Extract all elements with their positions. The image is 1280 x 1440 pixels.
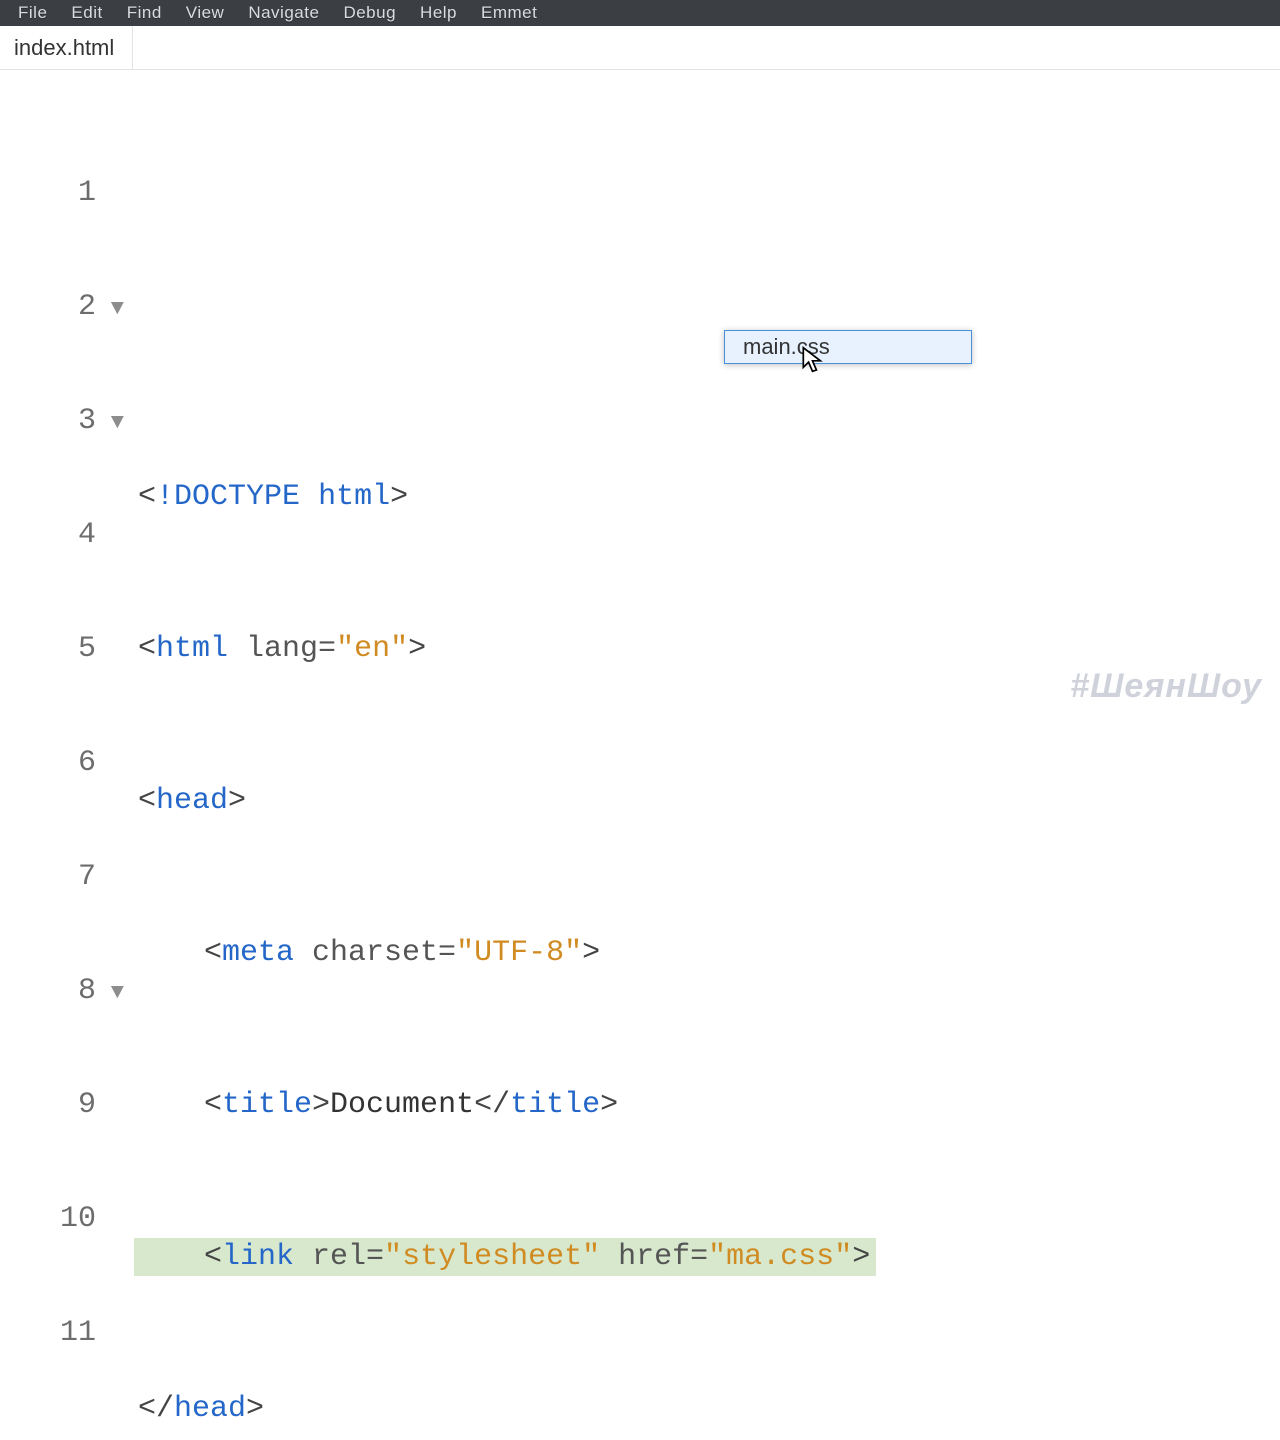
menu-view[interactable]: View bbox=[174, 0, 237, 26]
code-line[interactable]: <meta charset="UTF-8"> bbox=[138, 934, 1280, 972]
watermark: #ШеянШоу bbox=[1070, 667, 1262, 706]
code-line[interactable]: </head> bbox=[138, 1390, 1280, 1428]
line-number: 5 bbox=[0, 630, 130, 668]
line-number: 6 bbox=[0, 744, 130, 782]
menu-edit[interactable]: Edit bbox=[59, 0, 114, 26]
line-number: 7 bbox=[0, 858, 130, 896]
menu-debug[interactable]: Debug bbox=[331, 0, 408, 26]
line-number: 2▼ bbox=[0, 288, 130, 326]
code-line[interactable]: <!DOCTYPE html> bbox=[138, 478, 1280, 516]
line-number: 1 bbox=[0, 174, 130, 212]
tab-file[interactable]: index.html bbox=[0, 26, 133, 69]
menu-file[interactable]: File bbox=[6, 0, 59, 26]
menu-find[interactable]: Find bbox=[115, 0, 174, 26]
fold-icon[interactable]: ▼ bbox=[111, 412, 124, 434]
code-area[interactable]: <!DOCTYPE html> <html lang="en"> <head> … bbox=[138, 364, 1280, 1440]
autocomplete-option[interactable]: main.css bbox=[743, 334, 830, 360]
menu-emmet[interactable]: Emmet bbox=[469, 0, 549, 26]
line-number: 11 bbox=[0, 1314, 130, 1352]
code-line[interactable]: <head> bbox=[138, 782, 1280, 820]
code-line[interactable]: <html lang="en"> bbox=[138, 630, 1280, 668]
menu-navigate[interactable]: Navigate bbox=[236, 0, 331, 26]
line-number: 4 bbox=[0, 516, 130, 554]
fold-icon[interactable]: ▼ bbox=[111, 298, 124, 320]
fold-icon[interactable]: ▼ bbox=[111, 982, 124, 1004]
tab-bar: index.html bbox=[0, 26, 1280, 70]
autocomplete-popup[interactable]: main.css bbox=[724, 330, 972, 364]
line-number: 10 bbox=[0, 1200, 130, 1238]
menu-help[interactable]: Help bbox=[408, 0, 469, 26]
line-number: 8▼ bbox=[0, 972, 130, 1010]
code-line-active[interactable]: <link rel="stylesheet" href="ma.css"> bbox=[134, 1238, 876, 1276]
line-number: 3▼ bbox=[0, 402, 130, 440]
menu-bar: File Edit Find View Navigate Debug Help … bbox=[0, 0, 1280, 26]
gutter: 1 2▼ 3▼ 4 5 6 7 8▼ 9 10 11 bbox=[0, 98, 130, 1428]
line-number: 9 bbox=[0, 1086, 130, 1124]
code-line[interactable]: <title>Document</title> bbox=[138, 1086, 1280, 1124]
code-editor[interactable]: 1 2▼ 3▼ 4 5 6 7 8▼ 9 10 11 <!DOCTYPE htm… bbox=[0, 70, 1280, 1440]
